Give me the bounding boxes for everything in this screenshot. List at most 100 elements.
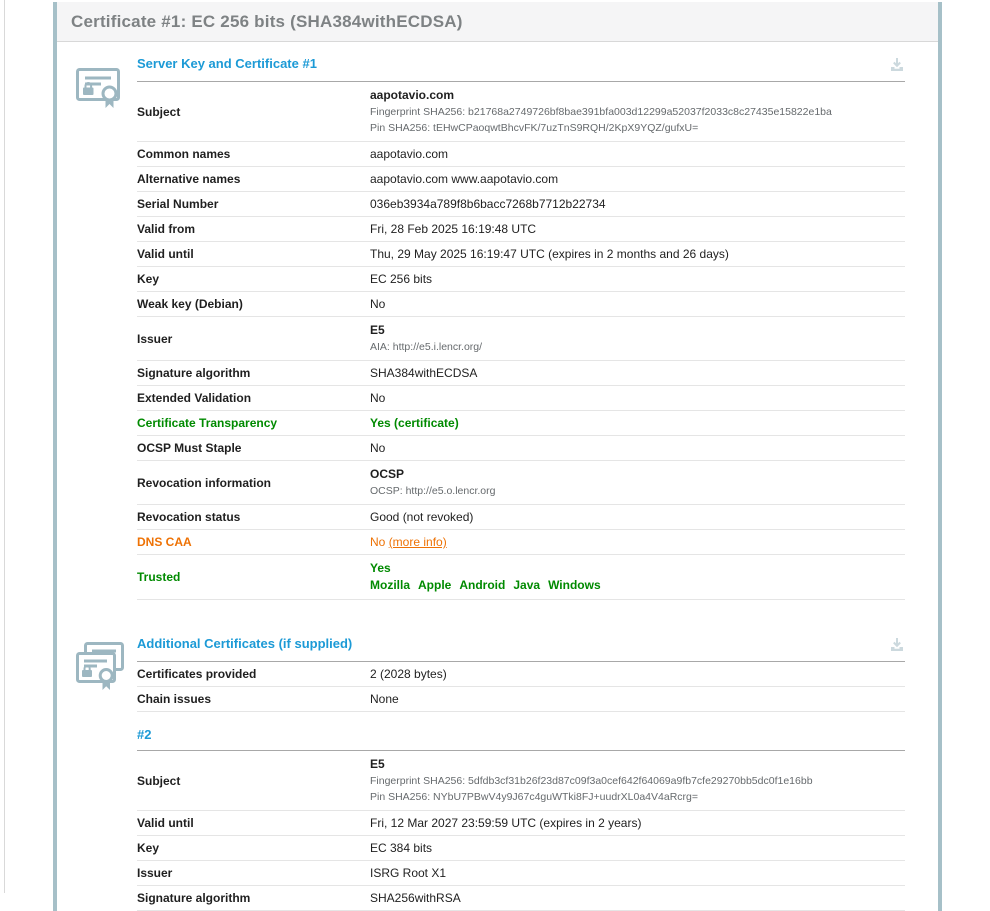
row-value: Yes (certificate): [370, 416, 905, 430]
issuer-name: E5: [370, 322, 905, 339]
row-revocation-information: Revocation information OCSP OCSP: http:/…: [137, 461, 905, 505]
row-label: Key: [137, 841, 370, 855]
page-title: Certificate #1: EC 256 bits (SHA384withE…: [71, 12, 463, 32]
certificate-panel-body: Server Key and Certificate #1 Subject aa…: [57, 42, 938, 911]
certificate-panel: Certificate #1: EC 256 bits (SHA384withE…: [53, 2, 942, 911]
row-value: OCSP OCSP: http://e5.o.lencr.org: [370, 466, 905, 499]
row-label: Extended Validation: [137, 391, 370, 405]
download-icon: [889, 56, 905, 72]
revocation-ocsp-uri: OCSP: http://e5.o.lencr.org: [370, 483, 905, 499]
row-label: Signature algorithm: [137, 891, 370, 905]
row-valid-from: Valid from Fri, 28 Feb 2025 16:19:48 UTC: [137, 217, 905, 242]
trusted-link-windows[interactable]: Windows: [548, 578, 601, 592]
revocation-method: OCSP: [370, 466, 905, 483]
row-value: ISRG Root X1: [370, 866, 905, 880]
row-label: Revocation information: [137, 476, 370, 490]
row-chain-valid-until: Valid until Fri, 12 Mar 2027 23:59:59 UT…: [137, 811, 905, 836]
row-label: Valid from: [137, 222, 370, 236]
row-weak-key: Weak key (Debian) No: [137, 292, 905, 317]
section-title: Additional Certificates (if supplied): [137, 636, 352, 652]
trusted-link-android[interactable]: Android: [459, 578, 505, 592]
row-value: No: [370, 391, 905, 405]
certificate-panel-header: Certificate #1: EC 256 bits (SHA384withE…: [57, 2, 938, 42]
dns-caa-more-info-link[interactable]: (more info): [389, 535, 447, 549]
row-value: EC 384 bits: [370, 841, 905, 855]
row-value: Fri, 28 Feb 2025 16:19:48 UTC: [370, 222, 905, 236]
row-label: Chain issues: [137, 692, 370, 706]
row-value: No (more info): [370, 535, 905, 549]
download-certificate-button[interactable]: [889, 56, 905, 72]
row-extended-validation: Extended Validation No: [137, 386, 905, 411]
row-chain-issues: Chain issues None: [137, 687, 905, 712]
row-value: Thu, 29 May 2025 16:19:47 UTC (expires i…: [370, 247, 905, 261]
row-value: aapotavio.com www.aapotavio.com: [370, 172, 905, 186]
trusted-link-java[interactable]: Java: [513, 578, 540, 592]
row-label: DNS CAA: [137, 535, 370, 549]
subject-common-name: aapotavio.com: [370, 87, 905, 104]
subject-fingerprint: Fingerprint SHA256: b21768a2749726bf8bae…: [370, 104, 905, 120]
row-label: Weak key (Debian): [137, 297, 370, 311]
subject-pin: Pin SHA256: tEHwCPaoqwtBhcvFK/7uzTnS9RQH…: [370, 120, 905, 136]
certificate-stack-icon: [76, 642, 124, 694]
section-title: Server Key and Certificate #1: [137, 56, 317, 72]
row-value: E5 Fingerprint SHA256: 5dfdb3cf31b26f23d…: [370, 756, 905, 805]
row-label: Alternative names: [137, 172, 370, 186]
row-label: Valid until: [137, 816, 370, 830]
dns-caa-answer: No: [370, 535, 389, 549]
row-value: aapotavio.com Fingerprint SHA256: b21768…: [370, 87, 905, 136]
row-certificates-provided: Certificates provided 2 (2028 bytes): [137, 662, 905, 687]
row-value: E5 AIA: http://e5.i.lencr.org/: [370, 322, 905, 355]
row-value: aapotavio.com: [370, 147, 905, 161]
row-label: Subject: [137, 105, 370, 119]
section-additional-certificates: Additional Certificates (if supplied) Ce…: [76, 636, 905, 911]
row-valid-until: Valid until Thu, 29 May 2025 16:19:47 UT…: [137, 242, 905, 267]
row-value: No: [370, 297, 905, 311]
trusted-link-apple[interactable]: Apple: [418, 578, 451, 592]
row-revocation-status: Revocation status Good (not revoked): [137, 505, 905, 530]
section-title-row: Additional Certificates (if supplied): [137, 636, 905, 662]
download-chain-button[interactable]: [889, 636, 905, 652]
row-ocsp-must-staple: OCSP Must Staple No: [137, 436, 905, 461]
row-value: Yes Mozilla Apple Android Java Windows: [370, 560, 905, 594]
row-label: Certificate Transparency: [137, 416, 370, 430]
row-value: No: [370, 441, 905, 455]
row-label: Certificates provided: [137, 667, 370, 681]
row-chain-signature-algorithm: Signature algorithm SHA256withRSA: [137, 886, 905, 911]
row-value: EC 256 bits: [370, 272, 905, 286]
row-common-names: Common names aapotavio.com: [137, 142, 905, 167]
row-alternative-names: Alternative names aapotavio.com www.aapo…: [137, 167, 905, 192]
section-title-row: Server Key and Certificate #1: [137, 56, 905, 82]
trusted-answer: Yes: [370, 560, 905, 577]
trusted-link-mozilla[interactable]: Mozilla: [370, 578, 410, 592]
row-label: Common names: [137, 147, 370, 161]
row-value: 2 (2028 bytes): [370, 667, 905, 681]
row-value: None: [370, 692, 905, 706]
row-value: Good (not revoked): [370, 510, 905, 524]
row-label: Revocation status: [137, 510, 370, 524]
chain-cert-number-row: #2: [137, 726, 905, 751]
row-label: Valid until: [137, 247, 370, 261]
chain-subject-fingerprint: Fingerprint SHA256: 5dfdb3cf31b26f23d87c…: [370, 773, 905, 789]
chain-subject-pin: Pin SHA256: NYbU7PBwV4y9J67c4guWTki8FJ+u…: [370, 789, 905, 805]
row-label: Subject: [137, 774, 370, 788]
row-chain-key: Key EC 384 bits: [137, 836, 905, 861]
row-label: Issuer: [137, 866, 370, 880]
issuer-aia: AIA: http://e5.i.lencr.org/: [370, 339, 905, 355]
row-key: Key EC 256 bits: [137, 267, 905, 292]
page-left-divider: [4, 0, 5, 893]
download-icon: [889, 636, 905, 652]
row-subject: Subject aapotavio.com Fingerprint SHA256…: [137, 82, 905, 142]
row-trusted: Trusted Yes MozillaAppleAndroidJavaWindo…: [137, 555, 905, 600]
row-serial-number: Serial Number 036eb3934a789f8b6bacc7268b…: [137, 192, 905, 217]
row-value: Fri, 12 Mar 2027 23:59:59 UTC (expires i…: [370, 816, 905, 830]
row-chain-issuer: Issuer ISRG Root X1: [137, 861, 905, 886]
row-certificate-transparency: Certificate Transparency Yes (certificat…: [137, 411, 905, 436]
chain-cert-number-link[interactable]: #2: [137, 727, 151, 742]
row-signature-algorithm: Signature algorithm SHA384withECDSA: [137, 361, 905, 386]
row-label: Signature algorithm: [137, 366, 370, 380]
row-label: OCSP Must Staple: [137, 441, 370, 455]
trusted-store-links: Mozilla Apple Android Java Windows: [370, 577, 905, 594]
row-dns-caa: DNS CAA No (more info): [137, 530, 905, 555]
certificate-icon: [76, 62, 124, 114]
row-issuer: Issuer E5 AIA: http://e5.i.lencr.org/: [137, 317, 905, 361]
